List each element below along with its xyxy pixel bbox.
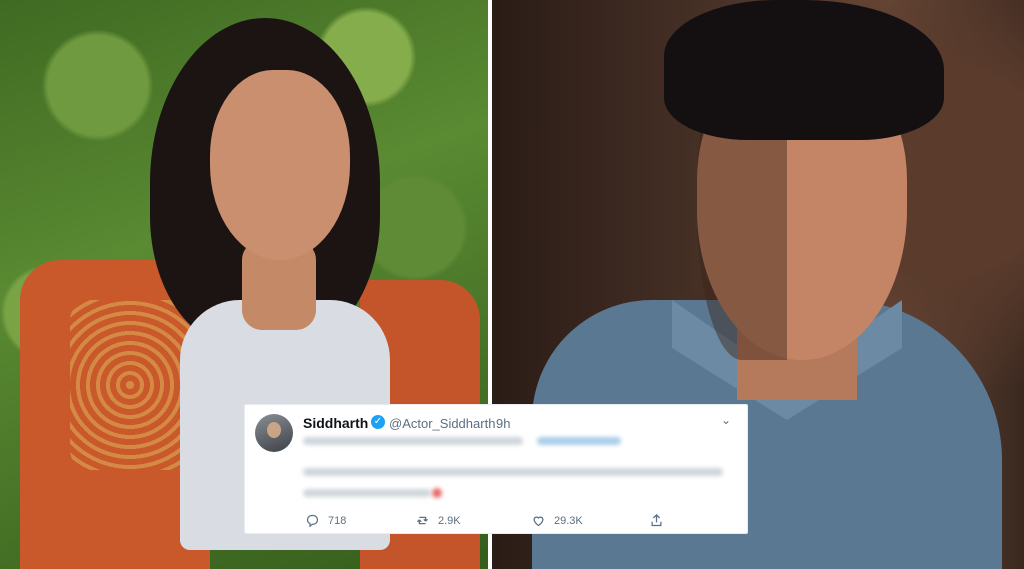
retweet-action[interactable]: 2.9K [415, 513, 461, 528]
heart-icon [533, 516, 544, 527]
retweet-count: 2.9K [438, 514, 461, 527]
share-action[interactable] [649, 513, 672, 528]
tweet-author-handle[interactable]: @Actor_Siddharth [389, 416, 495, 431]
woman-face [210, 70, 350, 260]
like-count: 29.3K [554, 514, 583, 527]
reply-action[interactable]: 718 [305, 513, 346, 528]
blurred-text-line [303, 468, 723, 476]
blurred-text-line [303, 437, 523, 445]
verified-badge-icon: ✓ [371, 415, 385, 429]
reply-icon [306, 514, 319, 528]
tweet-timestamp[interactable]: 9h [496, 416, 510, 431]
chevron-down-icon[interactable]: ⌄ [721, 413, 731, 427]
blurred-text-line [303, 489, 431, 497]
retweet-icon [417, 516, 428, 525]
like-action[interactable]: 29.3K [531, 513, 583, 528]
blurred-emoji [432, 488, 442, 498]
tweet-card[interactable]: Siddharth ✓ @Actor_Siddharth 9h ⌄ 718 2.… [244, 404, 748, 534]
avatar[interactable] [255, 414, 293, 452]
reply-count: 718 [328, 514, 347, 527]
share-icon [651, 513, 662, 527]
tweet-author-name[interactable]: Siddharth [303, 415, 368, 431]
man-hair [664, 0, 944, 140]
jacket-embroidery [70, 300, 190, 470]
blurred-mention [537, 437, 621, 445]
